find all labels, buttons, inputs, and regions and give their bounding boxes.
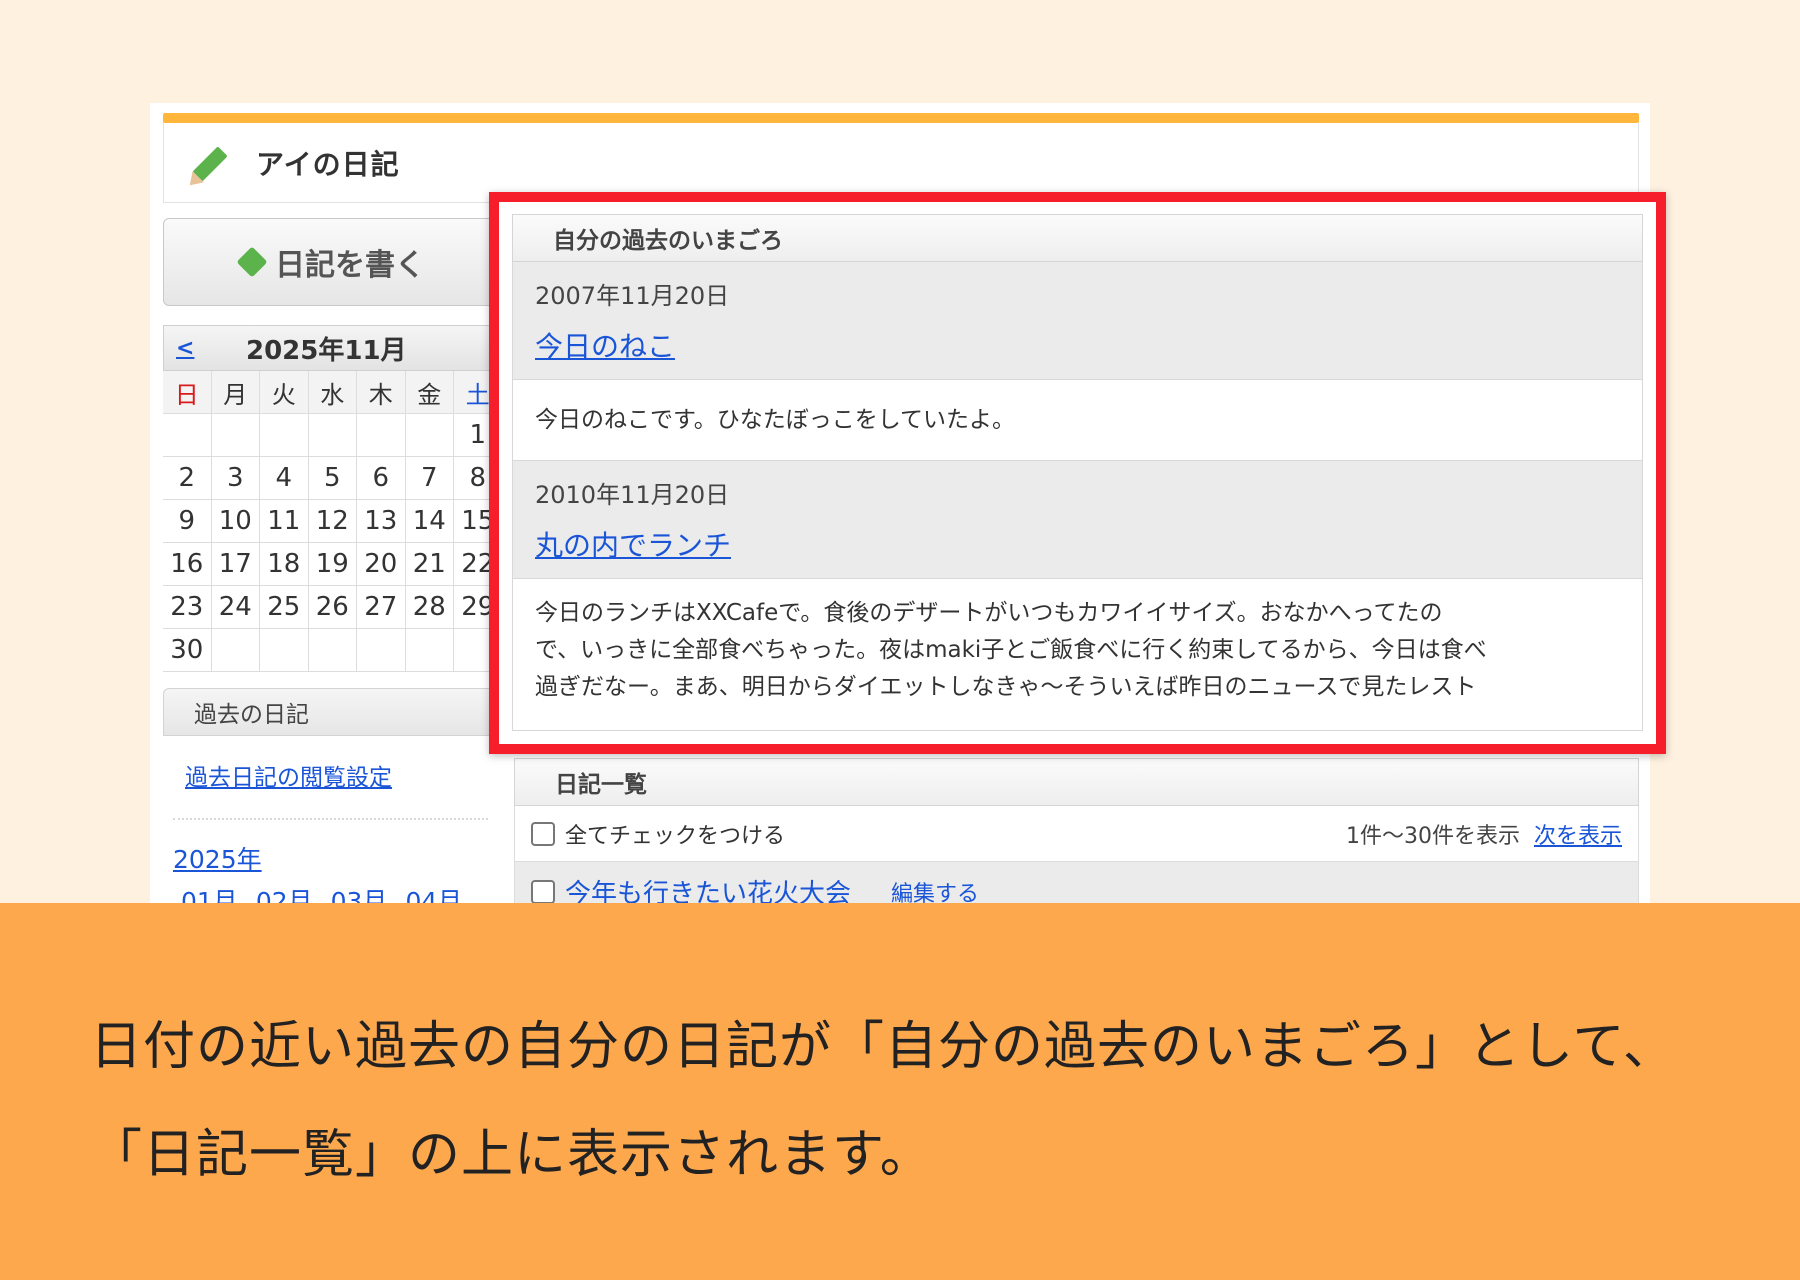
past-diary-heading: 過去の日記 (163, 688, 508, 736)
calendar-empty-cell (260, 629, 309, 672)
entry-title-link[interactable]: 丸の内でランチ (535, 524, 731, 564)
calendar-empty-cell (405, 414, 454, 457)
result-count: 1件〜30件を表示 (1345, 823, 1520, 849)
write-diary-button[interactable]: 日記を書く (163, 218, 503, 306)
next-page-link[interactable]: 次を表示 (1534, 818, 1622, 850)
check-all-checkbox[interactable] (531, 821, 555, 846)
edit-link[interactable]: 編集する (891, 876, 979, 904)
weekday-header: 月 (211, 371, 260, 414)
calendar-grid: 日月火水木金土 1 2 3 4 5 6 7 8 9 10 11 12 13 14 15 16 17 18 19 20 21… (163, 371, 508, 672)
calendar-empty-cell (405, 629, 454, 672)
diary-list: 日記一覧 全てチェックをつける 1件〜30件を表示 次を表示 今年も行きたい花火… (514, 758, 1639, 903)
caption-line: 日付の近い過去の自分の日記が「自分の過去のいまごろ」として、 (90, 1017, 1676, 1077)
calendar-empty-cell (260, 414, 309, 457)
past-year-link[interactable]: 2025年 (173, 840, 508, 876)
calendar-day[interactable]: 28 (405, 586, 454, 629)
list-item: 今年も行きたい花火大会 編集する (514, 862, 1639, 903)
accent-bar (163, 113, 1639, 123)
entry-body: 今日のねこです。ひなたぼっこをしていたよ。 (512, 380, 1643, 461)
calendar-day[interactable]: 6 (357, 457, 406, 500)
calendar-day[interactable]: 3 (211, 457, 260, 500)
calendar-empty-cell (308, 629, 357, 672)
calendar-day[interactable]: 12 (308, 500, 357, 543)
diary-header: アイの日記 (163, 123, 1639, 203)
pencil-icon (236, 246, 268, 278)
caption-line: 「日記一覧」の上に表示されます。 (90, 1125, 933, 1185)
calendar-empty-cell (357, 414, 406, 457)
calendar-day[interactable]: 14 (405, 500, 454, 543)
prev-month-link[interactable]: < (176, 336, 216, 361)
calendar-day[interactable]: 27 (357, 586, 406, 629)
past-now-panel-highlight: 自分の過去のいまごろ 2007年11月20日 今日のねこ 今日のねこです。ひなた… (489, 192, 1666, 754)
calendar-day[interactable]: 26 (308, 586, 357, 629)
calendar-header: < 2025年11月 (163, 325, 508, 371)
entry-title-link[interactable]: 今日のねこ (535, 325, 675, 365)
past-entry-header: 2010年11月20日 丸の内でランチ (512, 461, 1643, 579)
weekday-header: 水 (308, 371, 357, 414)
weekday-header: 日 (163, 371, 212, 414)
calendar-day[interactable]: 25 (260, 586, 309, 629)
past-now-panel: 自分の過去のいまごろ 2007年11月20日 今日のねこ 今日のねこです。ひなた… (512, 214, 1643, 731)
item-checkbox[interactable] (531, 879, 555, 903)
calendar-day[interactable]: 18 (260, 543, 309, 586)
calendar-day[interactable]: 13 (357, 500, 406, 543)
entry-date: 2010年11月20日 (535, 481, 730, 509)
calendar: < 2025年11月 日月火水木金土 1 2 3 4 5 6 7 8 9 10 11 12 13 14 15 1… (163, 325, 508, 672)
calendar-day[interactable]: 2 (163, 457, 212, 500)
past-month-link[interactable]: 03月 (331, 882, 388, 903)
calendar-day[interactable]: 7 (405, 457, 454, 500)
weekday-header: 金 (405, 371, 454, 414)
calendar-day[interactable]: 24 (211, 586, 260, 629)
past-month-link[interactable]: 04月 (405, 882, 462, 903)
calendar-day[interactable]: 5 (308, 457, 357, 500)
entry-body-line: 今日のランチはXXCafeで。食後のデザートがいつもカワイイサイズ。おなかへって… (535, 600, 1443, 626)
past-now-heading: 自分の過去のいまごろ (512, 214, 1643, 262)
diary-list-heading: 日記一覧 (514, 758, 1639, 806)
calendar-day[interactable]: 17 (211, 543, 260, 586)
weekday-header: 火 (260, 371, 309, 414)
past-entry-header: 2007年11月20日 今日のねこ (512, 262, 1643, 380)
past-month-link[interactable]: 01月 (181, 882, 238, 903)
past-view-setting-link[interactable]: 過去日記の閲覧設定 (185, 758, 508, 792)
past-diary-box: 過去の日記 過去日記の閲覧設定 2025年 01月 02月 03月 04月 (163, 688, 508, 903)
calendar-day[interactable]: 21 (405, 543, 454, 586)
entry-date: 2007年11月20日 (535, 282, 730, 310)
calendar-day[interactable]: 4 (260, 457, 309, 500)
write-diary-label: 日記を書く (275, 248, 425, 283)
entry-body-line: で、いっきに全部食べちゃった。夜はmaki子とご飯食べに行く約束してるから、今日… (535, 637, 1487, 663)
diary-title-link[interactable]: 今年も行きたい花火大会 (565, 873, 851, 903)
calendar-day[interactable]: 9 (163, 500, 212, 543)
pencil-icon (184, 139, 234, 191)
past-month-link[interactable]: 02月 (256, 882, 313, 903)
page-title: アイの日記 (256, 147, 400, 181)
calendar-day[interactable]: 16 (163, 543, 212, 586)
calendar-day[interactable]: 10 (211, 500, 260, 543)
calendar-empty-cell (308, 414, 357, 457)
calendar-month: 2025年11月 (246, 335, 407, 366)
entry-body-line: 過ぎだなー。まあ、明日からダイエットしなきゃ〜そういえば昨日のニュースで見たレス… (535, 674, 1477, 700)
entry-body: 今日のランチはXXCafeで。食後のデザートがいつもカワイイサイズ。おなかへって… (512, 579, 1643, 731)
calendar-empty-cell (211, 629, 260, 672)
diary-list-controls: 全てチェックをつける 1件〜30件を表示 次を表示 (514, 806, 1639, 862)
calendar-day[interactable]: 11 (260, 500, 309, 543)
calendar-empty-cell (211, 414, 260, 457)
calendar-day[interactable]: 23 (163, 586, 212, 629)
divider (173, 818, 488, 820)
calendar-day[interactable]: 30 (163, 629, 212, 672)
weekday-header: 木 (357, 371, 406, 414)
calendar-day[interactable]: 19 (308, 543, 357, 586)
calendar-empty-cell (357, 629, 406, 672)
check-all-label: 全てチェックをつける (565, 823, 786, 849)
past-months: 01月 02月 03月 04月 (181, 882, 508, 903)
caption-banner: 日付の近い過去の自分の日記が「自分の過去のいまごろ」として、 「日記一覧」の上に… (0, 903, 1800, 1280)
calendar-empty-cell (163, 414, 212, 457)
calendar-day[interactable]: 20 (357, 543, 406, 586)
